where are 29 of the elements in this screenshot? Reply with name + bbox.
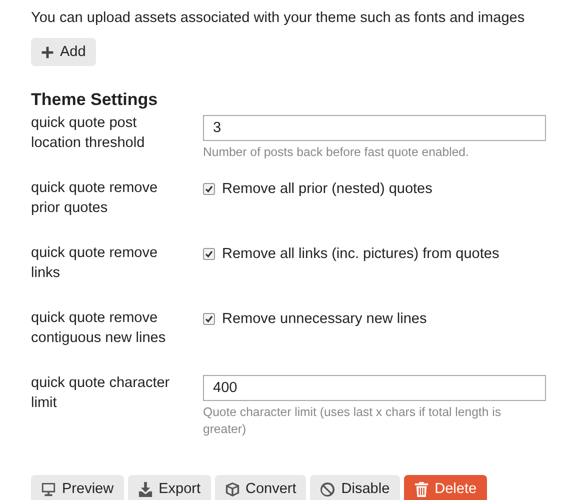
setting-label: quick quote remove prior quotes [31, 179, 159, 218]
checkbox[interactable] [203, 313, 215, 325]
setting-label: quick quote remove contiguous new lines [31, 309, 167, 348]
checkbox-label: Remove unnecessary new lines [222, 310, 427, 328]
setting-label: quick quote character limit [31, 374, 171, 413]
download-icon [138, 482, 153, 496]
checkbox-label: Remove all prior (nested) quotes [222, 180, 432, 198]
disable-button[interactable]: Disable [310, 475, 400, 500]
preview-button[interactable]: Preview [31, 475, 124, 500]
checkbox[interactable] [203, 183, 215, 195]
ban-icon [320, 482, 336, 496]
section-title: Theme Settings [31, 90, 159, 110]
intro-text: You can upload assets associated with your theme such as fonts and images [31, 9, 526, 27]
input-field[interactable]: 3 [203, 115, 546, 141]
plus-icon [41, 46, 54, 58]
export-button[interactable]: Export [128, 475, 210, 500]
delete-button[interactable]: Delete [404, 475, 487, 500]
cube-icon [224, 482, 240, 496]
convert-button[interactable]: Convert [214, 475, 306, 500]
checkbox-label: Remove all links (inc. pictures) from quotes [222, 245, 500, 263]
help-text: Quote character limit (uses last x chars if total length is greater) [203, 404, 502, 438]
checkbox[interactable] [203, 248, 215, 260]
setting-label: quick quote remove links [31, 244, 159, 283]
monitor-icon [41, 482, 56, 496]
setting-label: quick quote post location threshold [31, 114, 146, 153]
help-text: Number of posts back before fast quote enabled. [203, 144, 470, 161]
input-field[interactable]: 400 [203, 375, 546, 401]
add-button[interactable]: Add [31, 38, 96, 66]
trash-icon [414, 482, 429, 496]
